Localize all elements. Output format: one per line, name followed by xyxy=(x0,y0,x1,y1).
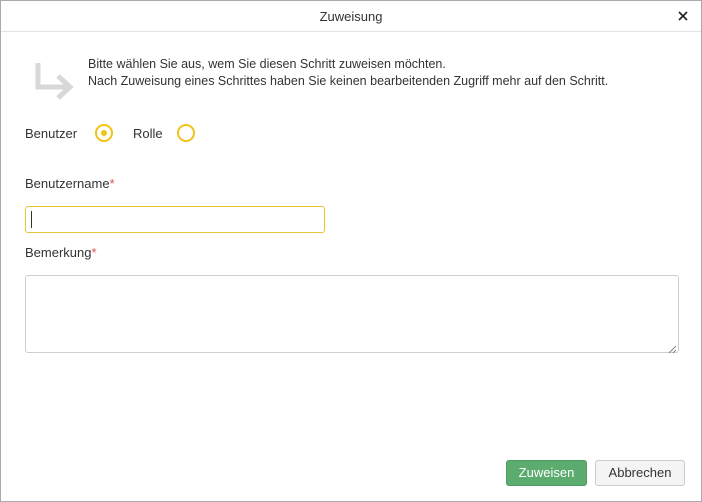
username-label: Benutzername* xyxy=(25,176,115,191)
radio-selected-dot xyxy=(101,130,107,136)
radio-rolle[interactable] xyxy=(177,124,195,142)
assign-button[interactable]: Zuweisen xyxy=(506,460,587,486)
resize-grip-icon[interactable] xyxy=(667,341,677,354)
username-input[interactable] xyxy=(25,206,325,233)
remark-label-text: Bemerkung xyxy=(25,245,92,260)
assignment-dialog: Zuweisung Bitte wählen Sie aus, wem Sie … xyxy=(0,0,702,502)
required-marker: * xyxy=(91,245,97,260)
username-label-text: Benutzername xyxy=(25,176,110,191)
remark-textarea[interactable] xyxy=(25,275,679,353)
dialog-titlebar: Zuweisung xyxy=(1,1,701,32)
close-icon[interactable] xyxy=(674,7,692,25)
radio-label-benutzer: Benutzer xyxy=(25,126,78,141)
radio-label-rolle: Rolle xyxy=(133,126,163,141)
cancel-button[interactable]: Abbrechen xyxy=(595,460,685,486)
text-cursor xyxy=(31,211,32,228)
info-line-1: Bitte wählen Sie aus, wem Sie diesen Sch… xyxy=(88,57,446,71)
dialog-title: Zuweisung xyxy=(319,9,383,24)
arrow-down-right-icon xyxy=(32,59,76,105)
remark-label: Bemerkung* xyxy=(25,245,97,260)
info-line-2: Nach Zuweisung eines Schrittes haben Sie… xyxy=(88,74,609,88)
radio-benutzer[interactable] xyxy=(95,124,113,142)
required-marker: * xyxy=(109,176,115,191)
info-message: Bitte wählen Sie aus, wem Sie diesen Sch… xyxy=(88,56,608,90)
